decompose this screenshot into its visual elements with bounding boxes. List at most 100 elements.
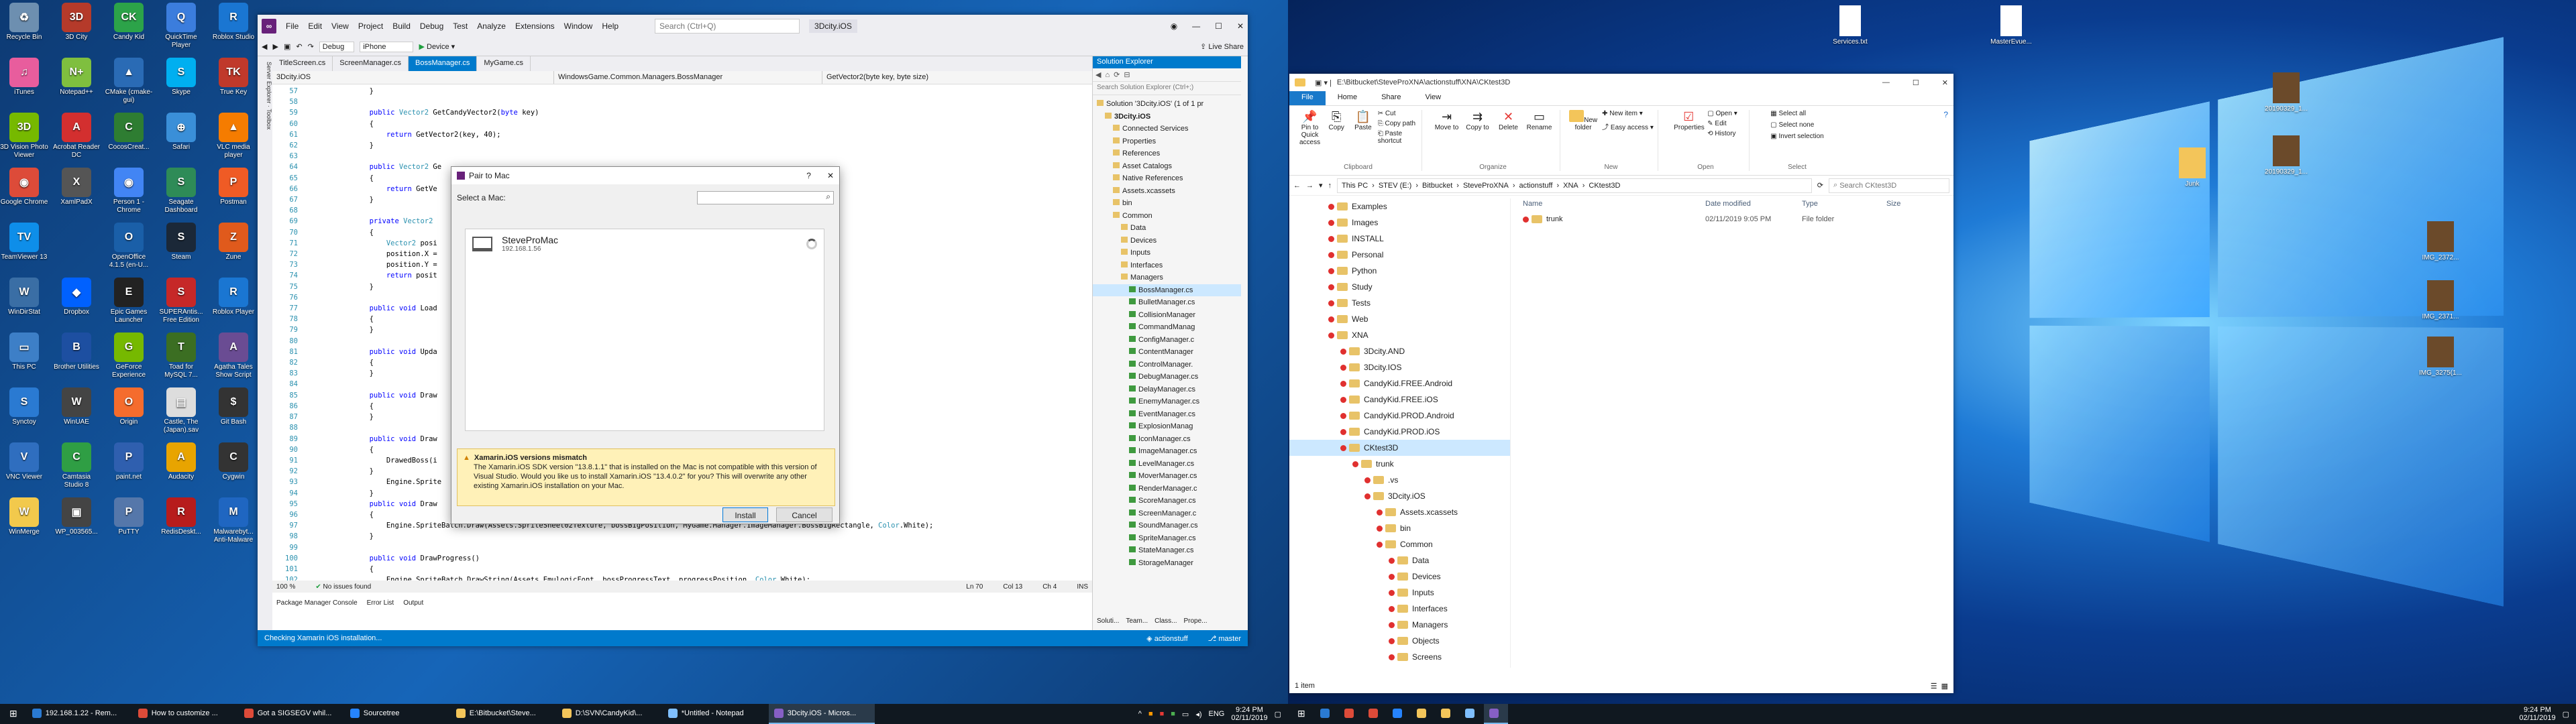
desktop-shortcut[interactable]: S Steam: [157, 223, 205, 261]
menu-project[interactable]: Project: [358, 21, 383, 31]
nav-item[interactable]: Devices: [1289, 568, 1510, 585]
nav-item[interactable]: CandyKid.FREE.Android: [1289, 375, 1510, 391]
se-tree-item[interactable]: Assets.xcassets: [1093, 185, 1241, 198]
se-tree-item[interactable]: Common: [1093, 210, 1241, 223]
se-tree-item[interactable]: ExplosionManag: [1093, 420, 1241, 433]
back-icon[interactable]: ◀: [262, 42, 267, 51]
bottom-tab[interactable]: Error List: [367, 599, 394, 607]
branch-indicator[interactable]: ⎇ master: [1208, 634, 1241, 643]
se-tree-item[interactable]: CommandManag: [1093, 321, 1241, 334]
desktop-shortcut[interactable]: ♫ iTunes: [0, 58, 48, 97]
menu-extensions[interactable]: Extensions: [515, 21, 555, 31]
desktop-shortcut[interactable]: A Agatha Tales Show Script: [209, 333, 258, 379]
ribbon-tab[interactable]: Share: [1369, 91, 1413, 105]
se-tree-item[interactable]: ControlManager.: [1093, 359, 1241, 371]
desktop-shortcut[interactable]: V VNC Viewer: [0, 442, 48, 481]
document-tab[interactable]: MyGame.cs: [477, 56, 531, 71]
taskbar-button[interactable]: *Untitled - Notepad: [663, 704, 769, 724]
nav-item[interactable]: CandyKid.FREE.iOS: [1289, 391, 1510, 408]
undo-icon[interactable]: ↶: [296, 42, 302, 51]
taskbar-button[interactable]: Got a SIGSEGV whil...: [239, 704, 345, 724]
mac-search-input[interactable]: ⌕: [697, 191, 834, 204]
se-tree-item[interactable]: StateManager.cs: [1093, 544, 1241, 557]
breadcrumb-segment[interactable]: CKtest3D: [1589, 182, 1620, 190]
se-search-input[interactable]: Search Solution Explorer (Ctrl+;): [1093, 82, 1241, 95]
se-tree-item[interactable]: BossManager.cs: [1093, 284, 1241, 296]
maximize-button[interactable]: ☐: [1913, 78, 1919, 87]
taskbar-app-icon[interactable]: [1436, 704, 1460, 724]
nav-item[interactable]: INSTALL: [1289, 231, 1510, 247]
details-view-icon[interactable]: ☰: [1931, 682, 1937, 690]
desktop-shortcut[interactable]: S SUPERAntis... Free Edition: [157, 278, 205, 324]
forward-icon[interactable]: →: [1306, 182, 1313, 190]
breadcrumb-segment[interactable]: actionstuff: [1519, 182, 1552, 190]
nav-member[interactable]: GetVector2(byte key, byte size): [822, 71, 932, 84]
bottom-tab[interactable]: Output: [403, 599, 423, 607]
taskbar-button[interactable]: How to customize ...: [133, 704, 239, 724]
desktop-shortcut[interactable]: C Cygwin: [209, 442, 258, 481]
nav-item[interactable]: Screens: [1289, 649, 1510, 665]
maximize-button[interactable]: ☐: [1215, 21, 1222, 31]
se-tree-item[interactable]: DelayManager.cs: [1093, 383, 1241, 396]
ribbon-tab[interactable]: Home: [1326, 91, 1369, 105]
desktop-shortcut[interactable]: A Audacity: [157, 442, 205, 481]
desktop-shortcut[interactable]: 3D 3D City: [52, 3, 101, 42]
se-tree-item[interactable]: 3Dcity.iOS: [1093, 111, 1241, 123]
nav-item[interactable]: 3Dcity.iOS: [1289, 488, 1510, 504]
tray-chevron-icon[interactable]: ^: [1138, 710, 1142, 718]
menu-build[interactable]: Build: [392, 21, 411, 31]
breadcrumb-segment[interactable]: XNA: [1563, 182, 1578, 190]
se-tree-item[interactable]: EnemyManager.cs: [1093, 396, 1241, 408]
se-tab[interactable]: Team...: [1126, 617, 1148, 625]
taskbar-app-icon[interactable]: [1363, 704, 1387, 724]
se-tree-item[interactable]: ScoreManager.cs: [1093, 495, 1241, 507]
breadcrumb[interactable]: This PC › STEV (E:) › Bitbucket › SteveProXNA ›…: [1337, 178, 1812, 193]
back-icon[interactable]: ←: [1293, 182, 1301, 190]
select-none-button[interactable]: ▢ Select none: [1770, 121, 1824, 129]
copy-button[interactable]: ⎘ Copy: [1324, 110, 1348, 146]
copy-to-button[interactable]: ⇉ Copy to: [1463, 110, 1493, 131]
help-icon[interactable]: ?: [1943, 110, 1948, 171]
cut-button[interactable]: ✂ Cut: [1378, 110, 1419, 117]
se-collapse-icon[interactable]: ⊟: [1124, 70, 1130, 79]
nav-item[interactable]: CKtest3D: [1289, 440, 1510, 456]
nav-item[interactable]: trunk: [1289, 456, 1510, 472]
desktop-file[interactable]: IMG_2371...: [2415, 280, 2466, 320]
desktop-shortcut[interactable]: ▭ This PC: [0, 333, 48, 371]
nav-class[interactable]: WindowsGame.Common.Managers.BossManager: [554, 71, 822, 84]
new-folder-button[interactable]: New folder: [1568, 110, 1598, 131]
desktop-shortcut[interactable]: TV TeamViewer 13: [0, 223, 48, 261]
nav-item[interactable]: 3Dcity.AND: [1289, 343, 1510, 359]
forward-icon[interactable]: ▶: [272, 42, 278, 51]
se-tree-item[interactable]: LevelManager.cs: [1093, 458, 1241, 471]
document-tab[interactable]: TitleScreen.cs: [272, 56, 333, 71]
edit-button[interactable]: ✎ Edit: [1707, 120, 1737, 127]
start-button[interactable]: ⊞: [0, 704, 27, 724]
refresh-icon[interactable]: ⟳: [1817, 181, 1823, 190]
desktop-shortcut[interactable]: ◆ Dropbox: [52, 278, 101, 316]
desktop-shortcut[interactable]: X XamlPadX: [52, 168, 101, 206]
desktop-shortcut[interactable]: G GeForce Experience: [105, 333, 153, 379]
menu-analyze[interactable]: Analyze: [477, 21, 506, 31]
se-tree-item[interactable]: ConfigManager.c: [1093, 334, 1241, 347]
nav-item[interactable]: Images: [1289, 215, 1510, 231]
desktop-shortcut[interactable]: W WinUAE: [52, 387, 101, 426]
desktop-shortcut[interactable]: ▣ WP_003565...: [52, 497, 101, 536]
se-tree-item[interactable]: Data: [1093, 222, 1241, 235]
nav-item[interactable]: 3Dcity.IOS: [1289, 359, 1510, 375]
se-tree-item[interactable]: ContentManager: [1093, 346, 1241, 359]
menu-view[interactable]: View: [331, 21, 349, 31]
up-icon[interactable]: ↑: [1328, 182, 1332, 190]
nav-item[interactable]: Assets.xcassets: [1289, 504, 1510, 520]
nav-item[interactable]: Objects: [1289, 633, 1510, 649]
column-header[interactable]: Date modified: [1705, 200, 1802, 208]
se-tree-item[interactable]: RenderManager.c: [1093, 483, 1241, 495]
desktop-shortcut[interactable]: A Acrobat Reader DC: [52, 113, 101, 160]
clock[interactable]: 9:24 PM 02/11/2019: [2519, 706, 2555, 722]
desktop-shortcut[interactable]: ◉ Person 1 - Chrome: [105, 168, 153, 215]
desktop-shortcut[interactable]: T Toad for MySQL 7...: [157, 333, 205, 379]
nav-item[interactable]: Study: [1289, 279, 1510, 295]
tray-app-icon[interactable]: ■: [1160, 710, 1165, 718]
menu-help[interactable]: Help: [602, 21, 619, 31]
se-tree-item[interactable]: DebugManager.cs: [1093, 371, 1241, 383]
